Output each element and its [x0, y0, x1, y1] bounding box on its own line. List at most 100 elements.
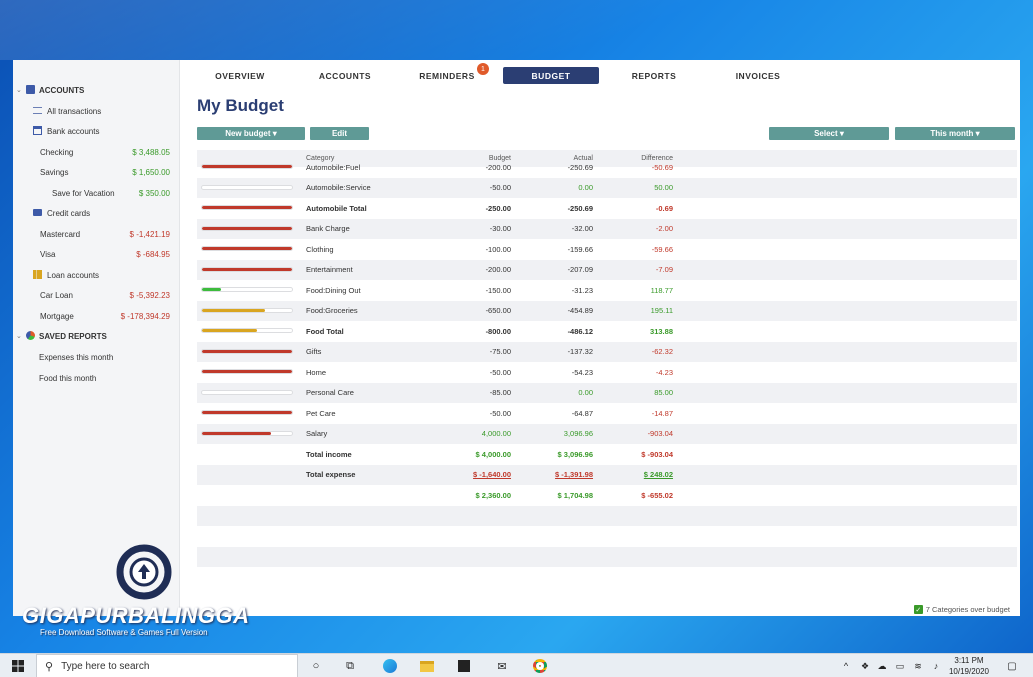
account-name: Checking — [40, 147, 74, 157]
table-row[interactable]: Bank Charge -30.00 -32.00 -2.00 — [197, 218, 1017, 239]
empty-row — [197, 546, 1017, 567]
table-row[interactable]: Food Total -800.00 -486.12 313.88 — [197, 321, 1017, 342]
table-row[interactable]: Gifts -75.00 -137.32 -62.32 — [197, 341, 1017, 362]
summary-row[interactable]: $ 2,360.00 $ 1,704.98 $ -655.02 — [197, 485, 1017, 506]
table-row[interactable]: Clothing -100.00 -159.66 -59.66 — [197, 239, 1017, 260]
cortana-icon[interactable]: ○ — [306, 654, 326, 677]
account-name: Mortgage — [40, 311, 74, 321]
summary-row[interactable]: Total income $ 4,000.00 $ 3,096.96 $ -903.0… — [197, 444, 1017, 465]
select-button[interactable]: Select ▾ — [769, 127, 889, 140]
edge-icon[interactable] — [378, 654, 402, 677]
file-explorer-icon[interactable] — [415, 654, 439, 677]
account-name: Save for Vacation — [52, 188, 115, 198]
sidebar: ⌄ ACCOUNTS All transactions Bank account… — [13, 60, 180, 616]
volume-icon[interactable]: ♪ — [929, 654, 943, 677]
task-view-icon[interactable]: ⧉ — [340, 654, 360, 677]
cell-actual: -486.12 — [567, 326, 593, 336]
table-row[interactable]: Personal Care -85.00 0.00 85.00 — [197, 382, 1017, 403]
watermark-logo — [116, 544, 172, 600]
sidebar-item-label: Bank accounts — [47, 126, 100, 136]
cell-category: Total expense — [306, 470, 356, 480]
cell-difference: -2.00 — [655, 224, 673, 234]
sidebar-item-report-food[interactable]: Food this month — [13, 370, 180, 386]
cell-budget: $ 4,000.00 — [475, 449, 511, 459]
budget-progress-bar — [201, 225, 293, 231]
sidebar-item-mastercard[interactable]: Mastercard $ -1,421.19 — [13, 226, 180, 242]
cell-category: Home — [306, 367, 327, 377]
cell-budget: -800.00 — [485, 326, 511, 336]
cell-budget: -50.00 — [489, 408, 511, 418]
budget-progress-bar — [201, 328, 293, 333]
tab-overview[interactable]: OVERVIEW — [208, 67, 272, 84]
table-row[interactable]: Automobile Total -250.00 -250.69 -0.69 — [197, 198, 1017, 219]
sidebar-item-credit-cards[interactable]: Credit cards — [13, 205, 180, 221]
sidebar-item-all-transactions[interactable]: All transactions — [13, 103, 180, 119]
page-title: My Budget — [197, 96, 284, 115]
cell-budget: -75.00 — [489, 347, 511, 357]
sidebar-item-report-expenses[interactable]: Expenses this month — [13, 349, 180, 365]
tab-invoices[interactable]: INVOICES — [727, 67, 789, 84]
cell-category: Food:Dining Out — [306, 285, 361, 295]
cell-category: Automobile:Service — [306, 183, 371, 193]
table-row[interactable]: Food:Dining Out -150.00 -31.23 118.77 — [197, 280, 1017, 301]
tab-accounts[interactable]: ACCOUNTS — [312, 67, 378, 84]
onedrive-icon[interactable]: ☁ — [875, 654, 889, 677]
summary-row[interactable]: Total expense $ -1,640.00 $ -1,391.98 $ 248… — [197, 464, 1017, 485]
status-bar: ✓ 7 Categories over budget — [913, 605, 1010, 614]
tab-reports[interactable]: REPORTS — [625, 67, 683, 84]
chevron-up-icon[interactable]: ^ — [840, 654, 852, 677]
budget-progress-bar — [201, 205, 293, 210]
new-budget-button[interactable]: New budget ▾ — [197, 127, 305, 140]
sidebar-item-label: All transactions — [47, 106, 102, 116]
table-row[interactable]: Automobile:Fuel -200.00 -250.69 -50.69 — [197, 157, 1017, 178]
sidebar-item-checking[interactable]: Checking $ 3,488.05 — [13, 144, 180, 160]
table-row[interactable]: Salary 4,000.00 3,096.96 -903.04 — [197, 423, 1017, 444]
sidebar-item-savings[interactable]: Savings $ 1,650.00 — [13, 164, 180, 180]
table-row[interactable]: Automobile:Service -50.00 0.00 50.00 — [197, 177, 1017, 198]
system-clock[interactable]: 3:11 PM 10/19/2020 — [949, 655, 989, 677]
sidebar-item-mortgage[interactable]: Mortgage $ -178,394.29 — [13, 308, 180, 324]
sidebar-item-save-vacation[interactable]: Save for Vacation $ 350.00 — [13, 185, 180, 201]
cell-category: Gifts — [306, 347, 322, 357]
empty-row — [197, 526, 1017, 547]
cell-actual: $ 1,704.98 — [557, 490, 593, 500]
cell-budget: -150.00 — [485, 285, 511, 295]
sidebar-item-loan-accounts[interactable]: Loan accounts — [13, 267, 180, 283]
sidebar-accounts-header[interactable]: ⌄ ACCOUNTS — [13, 82, 180, 98]
edit-button[interactable]: Edit — [310, 127, 369, 140]
wifi-icon[interactable]: ≋ — [911, 654, 925, 677]
table-row[interactable]: Home -50.00 -54.23 -4.23 — [197, 362, 1017, 383]
account-balance: $ -5,392.23 — [129, 290, 170, 300]
mail-icon[interactable]: ✉ — [490, 654, 514, 677]
chrome-icon[interactable] — [528, 654, 552, 677]
sidebar-accounts-label: ACCOUNTS — [39, 85, 85, 95]
table-row[interactable]: Entertainment -200.00 -207.09 -7.09 — [197, 259, 1017, 280]
sidebar-item-visa[interactable]: Visa $ -684.95 — [13, 246, 180, 262]
table-row[interactable]: Food:Groceries -650.00 -454.89 195.11 — [197, 300, 1017, 321]
battery-icon[interactable]: ▭ — [893, 654, 907, 677]
budget-progress-fill — [202, 411, 292, 414]
taskbar: ⚲ Type here to search ○ ⧉ ✉ ^ ❖ ☁ ▭ ≋ ♪ … — [0, 653, 1033, 677]
account-balance: $ 350.00 — [138, 188, 170, 198]
sidebar-saved-reports-header[interactable]: ⌄ SAVED REPORTS — [13, 328, 180, 344]
sidebar-item-car-loan[interactable]: Car Loan $ -5,392.23 — [13, 287, 180, 303]
cell-actual: $ -1,391.98 — [555, 470, 593, 480]
cell-budget: -250.00 — [485, 203, 511, 213]
account-name: Savings — [40, 167, 69, 177]
store-icon[interactable] — [452, 654, 476, 677]
cell-category: Automobile:Fuel — [306, 162, 361, 172]
notifications-icon[interactable]: ▢ — [1002, 654, 1022, 677]
budget-progress-fill — [202, 165, 292, 168]
cell-actual: -207.09 — [567, 265, 593, 275]
taskbar-search-box[interactable]: ⚲ Type here to search — [36, 654, 298, 677]
table-row[interactable]: Pet Care -50.00 -64.87 -14.87 — [197, 403, 1017, 424]
tab-reminders[interactable]: REMINDERS — [415, 67, 479, 84]
sidebar-item-bank-accounts[interactable]: Bank accounts — [13, 123, 180, 139]
period-button[interactable]: This month ▾ — [895, 127, 1015, 140]
cell-budget: -30.00 — [489, 224, 511, 234]
cell-actual: 0.00 — [578, 388, 593, 398]
start-button[interactable] — [6, 654, 30, 677]
tab-budget[interactable]: BUDGET — [503, 67, 599, 84]
dropbox-icon[interactable]: ❖ — [858, 654, 872, 677]
account-name: Mastercard — [40, 229, 81, 239]
